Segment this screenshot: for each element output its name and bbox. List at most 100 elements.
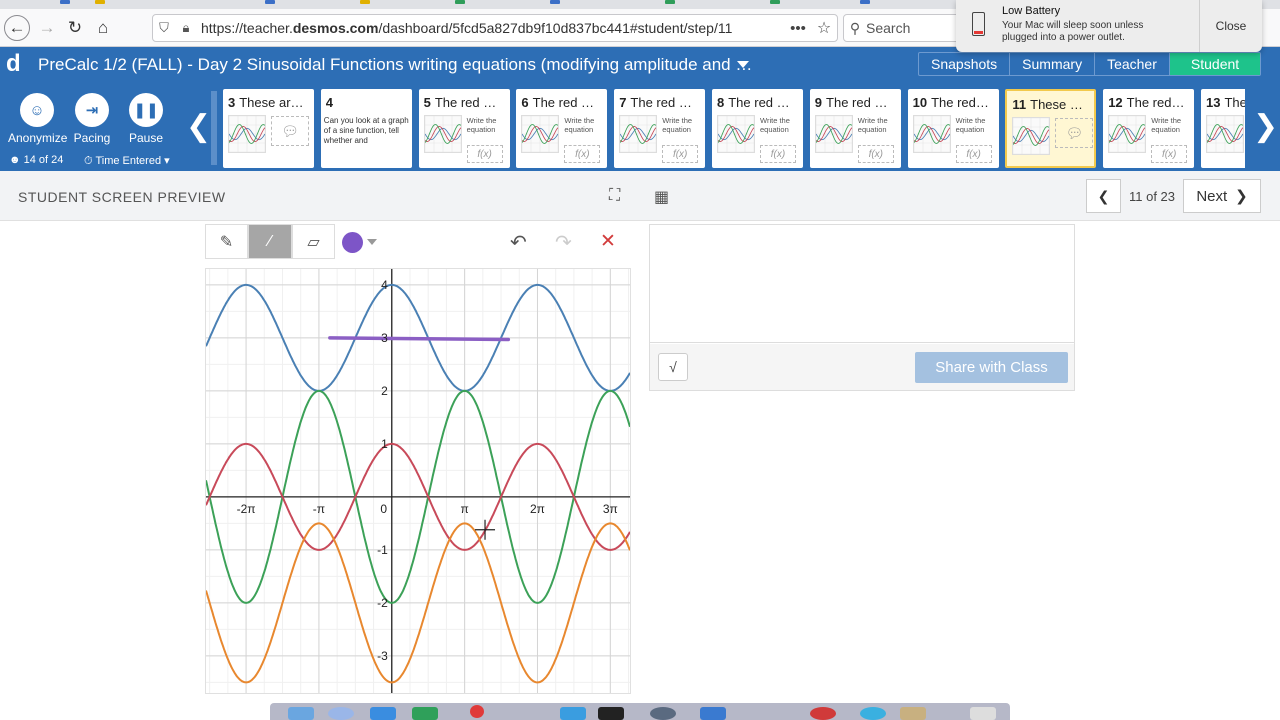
app-icon[interactable]: [810, 707, 836, 720]
app-icon[interactable]: [412, 707, 438, 720]
screen-card-title: 7 The red …: [619, 95, 692, 110]
graph-thumbnail: [1108, 115, 1147, 153]
screens-strip: ☺ Anonymize ⇥ Pacing ❚❚ Pause ☻ 14 of 24…: [0, 85, 1280, 171]
screen-card-description: Write the equation: [564, 116, 595, 134]
terminal-icon[interactable]: [598, 707, 624, 720]
chevron-left-icon: ❮: [1097, 187, 1110, 204]
activity-title[interactable]: PreCalc 1/2 (FALL) - Day 2 Sinusoidal Fu…: [38, 55, 752, 75]
forward-button[interactable]: →: [34, 15, 60, 41]
x-tick-label: π: [460, 502, 468, 516]
tab-teacher[interactable]: Teacher: [1095, 53, 1170, 75]
function-input-icon: f(x): [857, 145, 894, 163]
search-icon: ⚲: [849, 19, 861, 36]
screen-card-title: 5 The red …: [423, 95, 497, 110]
pager: ❮ 11 of 23 Next ❯: [1086, 179, 1262, 213]
screen-card-7[interactable]: 7 The red … Write the equation f(x): [614, 89, 706, 168]
finder-icon[interactable]: [288, 707, 314, 720]
y-tick-label: -3: [377, 649, 388, 663]
chevron-down-icon[interactable]: [737, 61, 749, 68]
screen-card-9[interactable]: 9 The red … Write the equation f(x): [809, 89, 901, 168]
screen-card-description: Write the equation: [466, 116, 497, 134]
app-icon[interactable]: [370, 707, 396, 720]
app-icon[interactable]: [860, 707, 886, 720]
graph-thumbnail: [228, 115, 266, 153]
graph-thumbnail: [912, 115, 951, 153]
dashboard-header: d PreCalc 1/2 (FALL) - Day 2 Sinusoidal …: [0, 47, 1280, 85]
home-button[interactable]: ⌂: [90, 15, 116, 41]
notification-title: Low Battery: [1002, 5, 1061, 17]
tab-student[interactable]: Student: [1169, 53, 1261, 75]
tab-summary[interactable]: Summary: [1010, 53, 1096, 75]
share-with-class-button[interactable]: Share with Class: [915, 352, 1068, 383]
y-tick-label: 4: [381, 278, 388, 292]
screen-card-title: 8 The red …: [717, 95, 790, 110]
reload-button[interactable]: ↻: [62, 15, 88, 41]
scroll-left-arrow[interactable]: ❮: [186, 109, 211, 144]
screen-card-8[interactable]: 8 The red … Write the equation f(x): [712, 89, 803, 168]
notification-close-button[interactable]: Close: [1199, 0, 1262, 52]
screen-card-4[interactable]: 4 Can you look at a graph of a sine funct…: [320, 89, 412, 168]
screen-cards: 3 These ar… 💬︎ 4 Can you look at a graph of …: [223, 89, 1245, 168]
screen-card-6[interactable]: 6 The red … Write the equation f(x): [516, 89, 608, 168]
color-picker[interactable]: [342, 232, 363, 253]
next-button[interactable]: Next ❯: [1183, 179, 1262, 213]
pacing-button[interactable]: ⇥ Pacing: [72, 93, 112, 145]
url-text: https://teacher.desmos.com/dashboard/5fc…: [201, 20, 733, 36]
scroll-right-arrow[interactable]: ❯: [1253, 109, 1278, 144]
pencil-tool[interactable]: ✎: [205, 224, 248, 259]
screen-rail: [211, 91, 217, 165]
fullscreen-icon[interactable]: ⛶: [609, 187, 620, 205]
screen-card-3[interactable]: 3 These ar… 💬︎: [223, 89, 314, 168]
caret-down-icon: ▾: [161, 155, 170, 167]
screen-card-12[interactable]: 12 The red… Write the equation f(x): [1103, 89, 1195, 168]
bookmark-star-icon[interactable]: ☆: [811, 18, 837, 38]
safari-icon[interactable]: [328, 707, 354, 720]
pencil-icon: ✎: [219, 233, 234, 251]
eraser-tool[interactable]: ▱: [292, 224, 335, 259]
page-actions-icon[interactable]: •••: [785, 20, 811, 37]
graph-thumbnail: [619, 115, 658, 153]
screen-card-13[interactable]: 13The…: [1201, 89, 1245, 168]
url-bar[interactable]: ⛉ 🔒︎ https://teacher.desmos.com/dashboar…: [152, 14, 838, 42]
desmos-logo: d: [6, 50, 21, 77]
math-keypad-button[interactable]: √: [658, 353, 688, 381]
sketch-graph[interactable]: -2π -π 0 π 2π 3π 4 3 2 1 -1 -2 -3: [205, 268, 631, 694]
screen-card-description: Can you look at a graph of a sine functi…: [323, 116, 409, 145]
preview-label: STUDENT SCREEN PREVIEW: [18, 189, 226, 205]
screen-card-title: 11 These …: [1012, 97, 1083, 112]
back-button[interactable]: ←: [4, 15, 30, 41]
pause-icon: ❚❚: [129, 93, 163, 127]
screen-card-5[interactable]: 5 The red … Write the equation f(x): [418, 89, 510, 168]
x-tick-label: 2π: [530, 502, 545, 516]
chevron-right-icon: ❯: [1235, 188, 1248, 205]
line-tool[interactable]: ⁄: [248, 224, 292, 259]
clear-icon[interactable]: ✕: [600, 230, 616, 253]
function-input-icon: f(x): [1151, 145, 1188, 163]
app-icon[interactable]: [650, 707, 676, 720]
zoom-icon[interactable]: [700, 707, 726, 720]
calculator-icon[interactable]: ▦: [654, 187, 669, 207]
color-dropdown-icon[interactable]: [367, 239, 377, 245]
sketch-toolbar: ✎ ⁄ ▱ ↶ ↷ ✕: [205, 224, 630, 259]
trash-icon[interactable]: [970, 707, 996, 720]
prev-button[interactable]: ❮: [1086, 179, 1121, 213]
tab-snapshots[interactable]: Snapshots: [919, 53, 1011, 75]
undo-icon[interactable]: ↶: [510, 230, 527, 255]
anonymize-button[interactable]: ☺ Anonymize: [8, 93, 67, 145]
badge-icon: [470, 705, 484, 718]
chat-bubbles-icon: 💬︎: [271, 116, 309, 146]
graph-canvas[interactable]: -2π -π 0 π 2π 3π 4 3 2 1 -1 -2 -3: [205, 269, 631, 693]
screen-card-10[interactable]: 10 The red… Write the equation f(x): [907, 89, 999, 168]
sort-dropdown[interactable]: ⏱ Time Entered ▾: [84, 154, 170, 168]
response-input[interactable]: [650, 225, 1074, 343]
screen-card-11[interactable]: 11 These … 💬︎: [1005, 89, 1097, 168]
app-icon[interactable]: [560, 707, 586, 720]
y-tick-label: 3: [381, 331, 388, 345]
pacing-icon: ⇥: [75, 93, 109, 127]
screen-card-title: 4: [325, 95, 334, 110]
x-tick-label: -2π: [237, 502, 256, 516]
search-input[interactable]: ⚲ Search: [843, 14, 973, 42]
pause-button[interactable]: ❚❚ Pause: [126, 93, 166, 145]
function-input-icon: f(x): [466, 145, 503, 163]
app-icon[interactable]: [900, 707, 926, 720]
